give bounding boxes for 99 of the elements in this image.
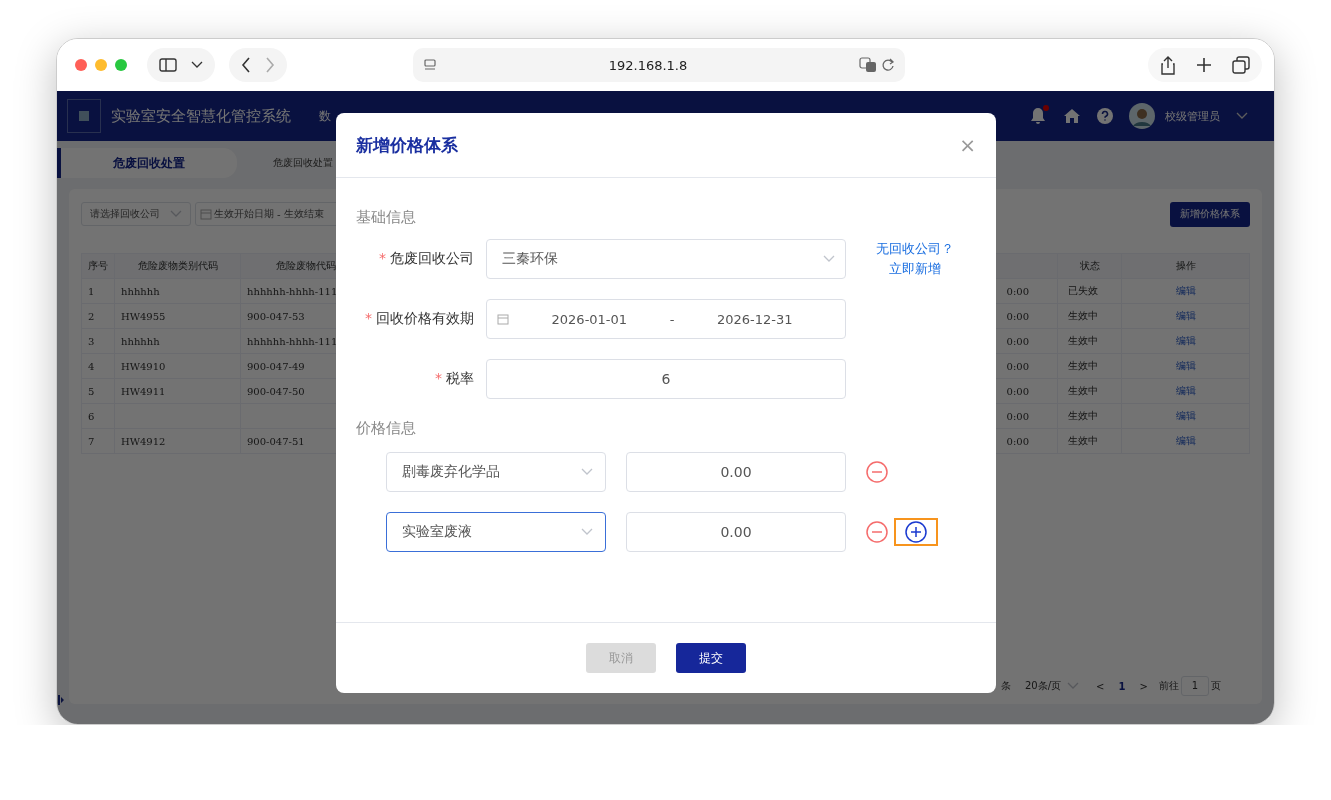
add-company-link[interactable]: 无回收公司？ 立即新增 bbox=[876, 239, 954, 279]
tax-rate-field[interactable]: 6 bbox=[486, 359, 846, 399]
table-cell: 生效中 bbox=[1058, 329, 1122, 354]
price-field[interactable]: 0.00 bbox=[626, 512, 846, 552]
chevron-down-icon bbox=[1236, 112, 1248, 120]
edit-link[interactable]: 编辑 bbox=[1122, 379, 1250, 404]
app-title: 实验室安全智慧化管控系统 bbox=[111, 106, 291, 126]
window-control-icon bbox=[115, 59, 127, 71]
company-select[interactable]: 请选择回收公司 bbox=[81, 202, 191, 226]
breadcrumb: 危废回收处置 bbox=[273, 156, 333, 170]
table-cell: 生效中 bbox=[1058, 429, 1122, 454]
edit-link[interactable]: 编辑 bbox=[1122, 429, 1250, 454]
page-tab[interactable]: 危废回收处置 bbox=[57, 148, 237, 178]
sidebar-button[interactable] bbox=[147, 48, 215, 82]
company-select[interactable]: 三秦环保 bbox=[486, 239, 846, 279]
sidebar-icon bbox=[159, 58, 177, 72]
table-cell: HW4911 bbox=[115, 379, 241, 404]
prev-page-button[interactable]: < bbox=[1093, 680, 1108, 692]
logo-icon bbox=[78, 110, 90, 122]
submit-button[interactable]: 提交 bbox=[676, 643, 746, 673]
end-date-placeholder: 生效结束 bbox=[283, 207, 324, 221]
chevron-down-icon bbox=[170, 210, 182, 218]
start-date-placeholder: 生效开始日期 bbox=[214, 207, 274, 221]
category-select[interactable]: 剧毒废弃化学品 bbox=[386, 452, 606, 492]
page-size-select[interactable]: 20条/页 bbox=[1025, 679, 1080, 693]
window-control-icon bbox=[95, 59, 107, 71]
chevron-down-icon bbox=[191, 61, 203, 69]
chevron-down-icon bbox=[581, 468, 593, 476]
table-cell: 1 bbox=[82, 279, 115, 304]
required-mark: * bbox=[379, 250, 386, 266]
close-button[interactable]: × bbox=[959, 135, 976, 155]
next-page-button[interactable]: > bbox=[1136, 680, 1151, 692]
nav-item[interactable]: 数 bbox=[319, 107, 331, 125]
table-cell: 4 bbox=[82, 354, 115, 379]
end-date: 2026-12-31 bbox=[715, 311, 794, 327]
required-mark: * bbox=[365, 310, 372, 326]
dialog-title: 新增价格体系 bbox=[356, 133, 458, 157]
url-text: 192.168.1.8 bbox=[607, 57, 689, 73]
plus-icon[interactable] bbox=[1196, 57, 1212, 73]
add-price-system-button[interactable]: 新增价格体系 bbox=[1170, 201, 1250, 227]
window-control-icon bbox=[75, 59, 87, 71]
edit-link[interactable]: 编辑 bbox=[1122, 354, 1250, 379]
remove-icon[interactable] bbox=[866, 521, 888, 543]
table-cell: HW4912 bbox=[115, 429, 241, 454]
translate-icon bbox=[859, 57, 877, 73]
collapse-icon[interactable] bbox=[58, 694, 64, 706]
goto-label: 前往 bbox=[1158, 679, 1179, 693]
table-cell: 生效中 bbox=[1058, 379, 1122, 404]
table-cell: hhhhhh bbox=[115, 329, 241, 354]
field-label: * 危废回收公司 bbox=[378, 250, 474, 268]
column-header: 危险废物类别代码 bbox=[115, 254, 241, 279]
table-cell: 生效中 bbox=[1058, 304, 1122, 329]
column-header: 状态 bbox=[1058, 254, 1122, 279]
start-date: 2026-01-01 bbox=[550, 311, 629, 327]
edit-link[interactable]: 编辑 bbox=[1122, 279, 1250, 304]
user-name[interactable]: 校级管理员 bbox=[1165, 108, 1220, 124]
page-unit-label: 页 bbox=[1210, 679, 1221, 693]
total-count: 条 bbox=[1001, 679, 1011, 693]
table-cell: 生效中 bbox=[1058, 404, 1122, 429]
page-icon bbox=[423, 58, 437, 72]
add-row-button[interactable] bbox=[894, 518, 938, 546]
table-cell: 3 bbox=[82, 329, 115, 354]
category-select[interactable]: 实验室废液 bbox=[386, 512, 606, 552]
address-bar[interactable]: 192.168.1.8 bbox=[413, 48, 905, 82]
chevron-down-icon bbox=[823, 255, 835, 263]
page-number[interactable]: 1 bbox=[1115, 680, 1129, 692]
table-cell: 生效中 bbox=[1058, 354, 1122, 379]
remove-icon[interactable] bbox=[866, 461, 888, 483]
range-separator: - bbox=[277, 208, 281, 220]
price-field[interactable]: 0.00 bbox=[626, 452, 846, 492]
table-cell: hhhhhh bbox=[115, 279, 241, 304]
range-separator: - bbox=[669, 311, 675, 327]
table-cell: 5 bbox=[82, 379, 115, 404]
back-icon[interactable] bbox=[241, 57, 251, 73]
help-icon[interactable] bbox=[1097, 108, 1113, 124]
edit-link[interactable]: 编辑 bbox=[1122, 329, 1250, 354]
reload-icon bbox=[881, 58, 895, 72]
edit-link[interactable]: 编辑 bbox=[1122, 404, 1250, 429]
column-header: 操作 bbox=[1122, 254, 1250, 279]
avatar-icon[interactable] bbox=[1129, 103, 1155, 129]
table-cell: HW4910 bbox=[115, 354, 241, 379]
bell-icon[interactable] bbox=[1029, 107, 1047, 125]
share-icon[interactable] bbox=[1160, 55, 1176, 75]
home-icon[interactable] bbox=[1063, 108, 1081, 124]
table-cell: 已失效 bbox=[1058, 279, 1122, 304]
table-cell: 2 bbox=[82, 304, 115, 329]
chevron-down-icon bbox=[1067, 682, 1080, 690]
table-cell: 7 bbox=[82, 429, 115, 454]
edit-link[interactable]: 编辑 bbox=[1122, 304, 1250, 329]
forward-icon[interactable] bbox=[265, 57, 275, 73]
chevron-down-icon bbox=[581, 528, 593, 536]
table-cell: 6 bbox=[82, 404, 115, 429]
goto-page-field[interactable]: 1 bbox=[1180, 676, 1209, 696]
calendar-icon bbox=[200, 208, 212, 220]
table-cell: HW4955 bbox=[115, 304, 241, 329]
calendar-icon bbox=[497, 313, 509, 325]
tabs-icon[interactable] bbox=[1232, 56, 1250, 74]
date-range-field[interactable]: 2026-01-01 - 2026-12-31 bbox=[486, 299, 846, 339]
column-header: 序号 bbox=[82, 254, 115, 279]
